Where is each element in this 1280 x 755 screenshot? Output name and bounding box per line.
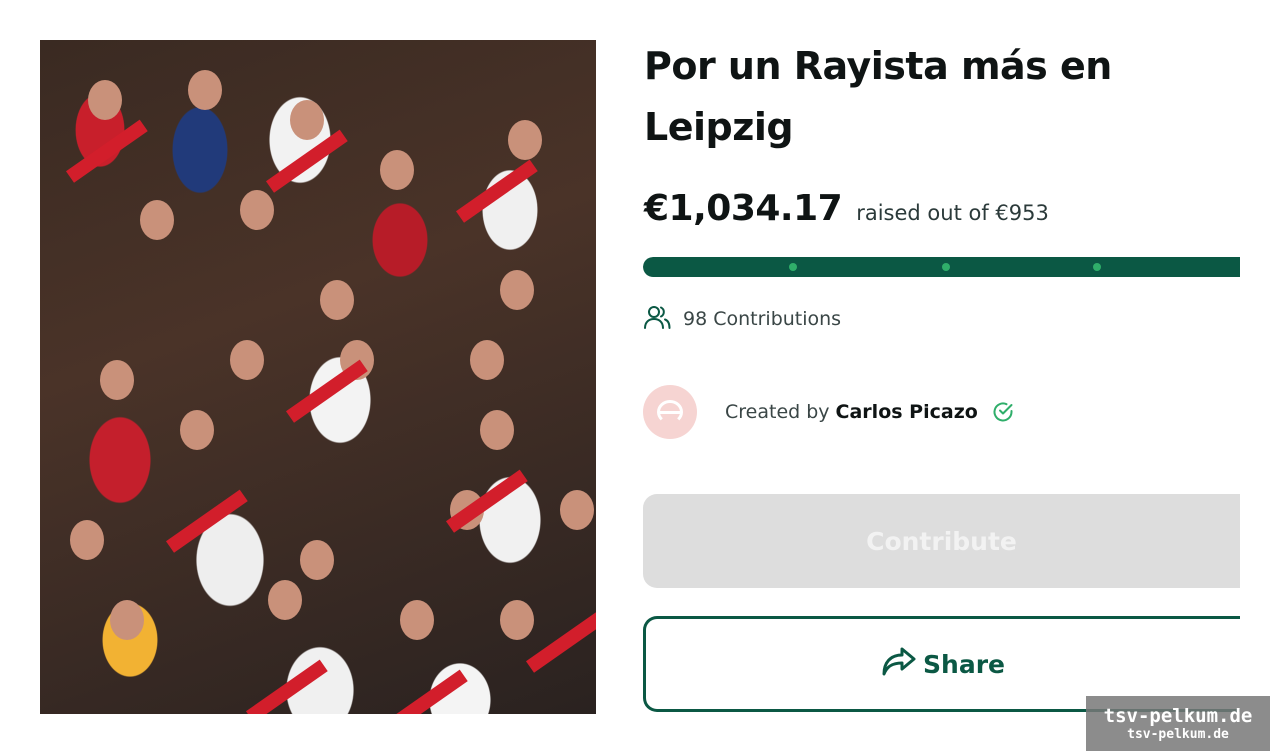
jersey-stripe bbox=[65, 119, 148, 183]
contributions-count: 98 Contributions bbox=[683, 308, 842, 330]
watermark-text: tsv-pelkum.de bbox=[1103, 704, 1253, 727]
crowd-face bbox=[110, 600, 144, 640]
contribute-button[interactable]: Contribute bbox=[643, 494, 1240, 588]
progress-milestone bbox=[942, 263, 950, 271]
progress-milestone bbox=[1093, 263, 1101, 271]
avatar[interactable] bbox=[643, 385, 697, 439]
crowd-face bbox=[320, 280, 354, 320]
creator-row: Created by Carlos Picazo bbox=[643, 385, 1014, 439]
crowd-face bbox=[380, 150, 414, 190]
crowd-face bbox=[230, 340, 264, 380]
goal-text: raised out of €953 bbox=[856, 201, 1049, 225]
crowd-face bbox=[268, 580, 302, 620]
crowd-face bbox=[290, 100, 324, 140]
crowd-face bbox=[188, 70, 222, 110]
crowd-face bbox=[400, 600, 434, 640]
crowd-face bbox=[470, 340, 504, 380]
progress-bar bbox=[643, 257, 1240, 277]
users-icon bbox=[643, 304, 671, 334]
campaign-page: Por un Rayista más en Leipzig €1,034.17 … bbox=[0, 0, 1280, 755]
crowd-face bbox=[240, 190, 274, 230]
amount-row: €1,034.17 raised out of €953 bbox=[644, 188, 1049, 236]
crowd-face bbox=[140, 200, 174, 240]
jersey-stripe bbox=[245, 659, 328, 714]
jersey-stripe bbox=[525, 609, 596, 673]
creator-name-link[interactable]: Carlos Picazo bbox=[836, 401, 978, 423]
crowd-face bbox=[500, 600, 534, 640]
check-circle-icon bbox=[992, 401, 1014, 423]
watermark: tsv-pelkum.de tsv-pelkum.de bbox=[1086, 696, 1270, 751]
crowd-face bbox=[560, 490, 594, 530]
crowd-face bbox=[300, 540, 334, 580]
share-label: Share bbox=[923, 649, 1005, 679]
jersey-stripe bbox=[285, 359, 368, 423]
amount-raised: €1,034.17 bbox=[644, 188, 843, 229]
campaign-title: Por un Rayista más en Leipzig bbox=[644, 44, 1112, 149]
created-by-label: Created by bbox=[725, 401, 830, 423]
jersey-stripe bbox=[165, 489, 248, 553]
watermark-subtext: tsv-pelkum.de bbox=[1127, 726, 1229, 742]
crowd-face bbox=[88, 80, 122, 120]
crowd-face bbox=[70, 520, 104, 560]
crowd-face bbox=[100, 360, 134, 400]
crowd-face bbox=[180, 410, 214, 450]
crowd-face bbox=[500, 270, 534, 310]
crowd-face bbox=[508, 120, 542, 160]
jersey-stripe bbox=[455, 159, 538, 223]
campaign-photo bbox=[40, 40, 596, 714]
progress-milestone bbox=[789, 263, 797, 271]
share-arrow-icon bbox=[881, 645, 917, 683]
jersey-stripe bbox=[385, 669, 468, 714]
crowd-face bbox=[480, 410, 514, 450]
contributions-row: 98 Contributions bbox=[643, 304, 841, 334]
